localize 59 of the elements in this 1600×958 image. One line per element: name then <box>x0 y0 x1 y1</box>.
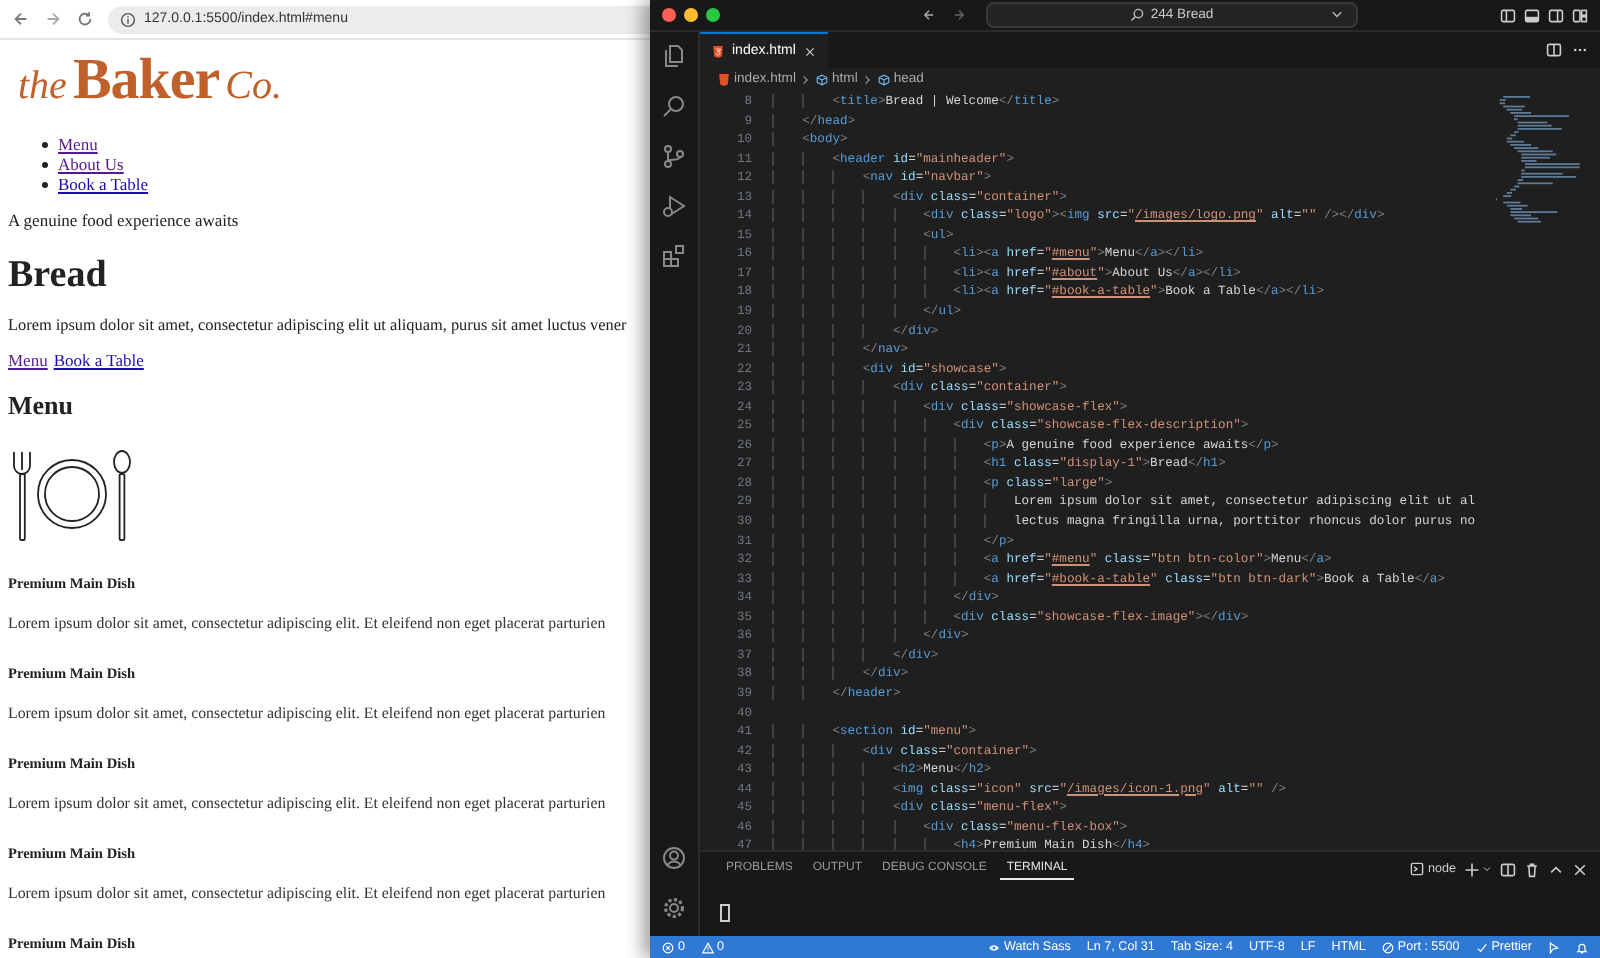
maximize-window-icon[interactable] <box>706 8 720 22</box>
minimap <box>1496 96 1584 224</box>
page-link[interactable]: Book a Table <box>53 350 144 372</box>
chevron-right-icon <box>801 73 810 85</box>
nav-link[interactable]: Menu <box>58 134 98 154</box>
minimize-window-icon[interactable] <box>684 8 698 22</box>
tagline: A genuine food experience awaits <box>8 210 241 232</box>
intro-paragraph: Lorem ipsum dolor sit amet, consectetur adipiscing elit ut aliquam, purus sit amet luctus vener <box>8 314 629 336</box>
notifications-icon[interactable] <box>1576 941 1588 953</box>
back-icon[interactable] <box>12 10 30 28</box>
accounts-icon[interactable] <box>1548 941 1560 953</box>
check-icon <box>1475 941 1488 953</box>
bullet-icon <box>42 181 48 187</box>
no-entry-icon <box>1381 941 1394 953</box>
page-heading: Bread <box>8 254 109 298</box>
html-file-icon <box>718 73 730 85</box>
close-window-icon[interactable] <box>662 8 676 22</box>
search-icon <box>1130 8 1145 22</box>
chevron-up-icon[interactable] <box>1548 861 1564 877</box>
secondary-sidebar-icon[interactable] <box>1548 7 1564 23</box>
bullet-icon <box>42 161 48 167</box>
error-icon <box>662 941 674 953</box>
run-debug-icon[interactable] <box>662 194 686 218</box>
search-icon[interactable] <box>662 94 686 118</box>
nav-link[interactable]: Book a Table <box>58 174 149 194</box>
chevron-down-icon[interactable] <box>1482 864 1492 874</box>
logo: theBakerCo. <box>16 46 284 116</box>
chevron-right-icon <box>863 73 872 85</box>
bullet-icon <box>42 141 48 147</box>
element-icon <box>877 73 890 85</box>
nav-link[interactable]: About Us <box>58 154 124 174</box>
reload-icon[interactable] <box>76 10 94 28</box>
chevron-down-icon <box>1330 8 1344 22</box>
split-editor-icon[interactable] <box>1546 42 1562 58</box>
close-icon[interactable] <box>803 45 816 57</box>
files-icon[interactable] <box>662 44 686 68</box>
info-icon[interactable] <box>120 11 136 27</box>
trash-icon[interactable] <box>1524 861 1540 877</box>
forward-icon[interactable] <box>952 8 966 22</box>
settings-icon[interactable] <box>662 896 686 920</box>
terminal-cursor <box>720 904 730 922</box>
panel-toggle-icon[interactable] <box>1524 7 1540 23</box>
eye-icon <box>988 941 1001 953</box>
warning-icon <box>701 941 714 953</box>
terminal-icon <box>1409 862 1424 876</box>
close-icon[interactable] <box>1572 861 1588 877</box>
plate-cutlery-icon <box>8 448 136 544</box>
account-icon[interactable] <box>662 846 686 870</box>
element-icon <box>815 73 828 85</box>
section-heading: Menu <box>8 390 75 422</box>
html-file-icon <box>712 45 724 57</box>
source-control-icon[interactable] <box>662 144 686 168</box>
sidebar-toggle-icon[interactable] <box>1500 7 1516 23</box>
back-icon[interactable] <box>922 8 936 22</box>
layout-icon[interactable] <box>1572 7 1588 23</box>
split-terminal-icon[interactable] <box>1500 861 1516 877</box>
page-link[interactable]: Menu <box>8 350 48 372</box>
plus-icon[interactable] <box>1464 861 1480 877</box>
extensions-icon[interactable] <box>662 244 686 268</box>
